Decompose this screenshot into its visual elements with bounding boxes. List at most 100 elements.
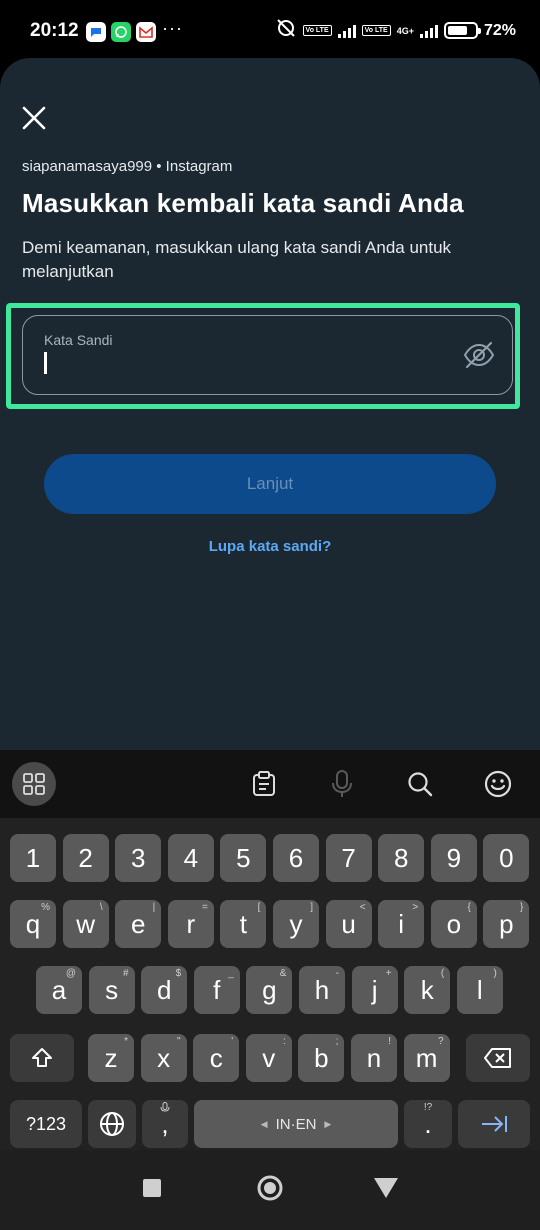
period-key[interactable]: . !? — [404, 1100, 452, 1148]
status-bar: 20:12 ··· Vo LTE Vo LTE 4G+ 72% — [0, 0, 540, 62]
key-3[interactable]: 3 — [115, 834, 162, 882]
space-key[interactable]: ◀ IN·EN ▶ — [194, 1100, 398, 1148]
key-4[interactable]: 4 — [167, 834, 214, 882]
forgot-password-link[interactable]: Lupa kata sandi? — [0, 538, 540, 555]
emoji-button[interactable] — [478, 764, 518, 804]
key-q[interactable]: q% — [10, 900, 56, 948]
key-i[interactable]: i > — [378, 900, 425, 948]
keyboard-toolbar — [0, 750, 540, 818]
home-button[interactable] — [250, 1168, 290, 1208]
key-h[interactable]: h- — [299, 966, 345, 1014]
key-u-label: u — [341, 908, 356, 939]
key-b[interactable]: b; — [298, 1034, 345, 1082]
emoji-icon — [484, 770, 512, 798]
whatsapp-icon — [111, 22, 131, 42]
key-f[interactable]: f _ — [193, 966, 240, 1014]
space-language: IN·EN — [275, 1115, 317, 1133]
key-k[interactable]: k( — [404, 966, 451, 1014]
key-t[interactable]: t[ — [220, 900, 267, 948]
key-t-label: t — [239, 908, 247, 939]
key-f-label: f — [213, 974, 221, 1005]
key-s-label: s — [105, 974, 119, 1005]
key-m[interactable]: m? — [403, 1034, 450, 1082]
triangle-back-icon — [374, 1178, 398, 1198]
mic-hint-icon — [160, 1102, 170, 1117]
keyboard: ?123 , ◀ IN·EN ▶ . !? 1 2 3 4 5 6 7 8 9 0 q% w \ e | r =… — [0, 750, 540, 1150]
password-input[interactable] — [43, 352, 423, 378]
key-6[interactable]: 6 — [273, 834, 319, 882]
battery-percent: 72% — [483, 21, 516, 39]
key-m-hint: ? — [438, 1036, 444, 1047]
key-g[interactable]: g & — [246, 966, 293, 1014]
key-w[interactable]: w \ — [62, 900, 109, 948]
next-button[interactable]: Lanjut — [44, 454, 496, 514]
key-o[interactable]: o{ — [430, 900, 477, 948]
key-z[interactable]: z * — [88, 1034, 134, 1082]
key-8-label: 8 — [393, 842, 409, 873]
key-x[interactable]: x " — [140, 1034, 187, 1082]
voice-input-button[interactable] — [322, 764, 362, 804]
battery-icon — [443, 22, 481, 39]
key-l[interactable]: l) — [456, 966, 503, 1014]
key-p-label: p — [499, 908, 514, 939]
backspace-key[interactable] — [466, 1034, 530, 1082]
key-7[interactable]: 7 — [325, 834, 372, 882]
key-a-hint: @ — [65, 968, 76, 979]
key-c-hint: ' — [231, 1036, 234, 1047]
key-z-label: z — [104, 1042, 118, 1073]
key-j[interactable]: j + — [351, 966, 398, 1014]
account-label: siapanamasaya999 • Instagram — [22, 158, 233, 175]
enter-key[interactable] — [458, 1100, 530, 1148]
square-icon — [143, 1179, 161, 1197]
password-field[interactable]: Kata Sandi — [22, 315, 513, 395]
right-arrow-icon: ▶ — [324, 1118, 332, 1129]
key-v[interactable]: v: — [245, 1034, 292, 1082]
key-8[interactable]: 8 — [378, 834, 425, 882]
clipboard-button[interactable] — [244, 764, 284, 804]
key-r[interactable]: r = — [167, 900, 214, 948]
left-arrow-icon: ◀ — [260, 1118, 268, 1129]
globe-icon — [100, 1112, 124, 1136]
key-0[interactable]: 0 — [483, 834, 530, 882]
key-h-label: h — [314, 974, 330, 1005]
recents-button[interactable] — [132, 1168, 172, 1208]
search-button[interactable] — [400, 764, 440, 804]
key-d[interactable]: d $ — [141, 966, 188, 1014]
key-p[interactable]: p} — [483, 900, 530, 948]
key-b-label: b — [314, 1042, 329, 1073]
key-x-hint: " — [177, 1036, 181, 1047]
page-title: Masukkan kembali kata sandi Anda — [22, 188, 464, 218]
key-5-label: 5 — [236, 842, 251, 873]
symbols-key[interactable]: ?123 — [10, 1100, 82, 1148]
reauth-sheet: siapanamasaya999 • Instagram Masukkan ke… — [0, 58, 540, 758]
key-d-label: d — [156, 974, 172, 1005]
key-c[interactable]: c ' — [193, 1034, 240, 1082]
more-notifications-icon: ··· — [162, 18, 183, 38]
key-s[interactable]: s # — [88, 966, 135, 1014]
network-type: 4G+ — [396, 25, 414, 36]
key-1[interactable]: 1 — [10, 834, 56, 882]
toggle-visibility-button[interactable] — [462, 340, 496, 370]
key-e[interactable]: e | — [115, 900, 162, 948]
close-button[interactable] — [16, 100, 52, 136]
shift-key[interactable] — [10, 1034, 74, 1082]
key-i-hint: > — [412, 902, 419, 913]
key-3-label: 3 — [130, 842, 146, 873]
key-9[interactable]: 9 — [430, 834, 477, 882]
comma-key[interactable]: , — [142, 1100, 188, 1148]
key-n[interactable]: n! — [351, 1034, 397, 1082]
key-l-label: l — [476, 974, 483, 1005]
key-5[interactable]: 5 — [220, 834, 267, 882]
key-p-hint: } — [520, 902, 524, 913]
back-button[interactable] — [366, 1168, 406, 1208]
key-u[interactable]: u < — [325, 900, 372, 948]
language-key[interactable] — [88, 1100, 136, 1148]
text-caret — [44, 352, 47, 374]
keyboard-apps-button[interactable] — [12, 762, 56, 806]
key-r-label: r — [186, 908, 196, 939]
key-y[interactable]: y] — [273, 900, 319, 948]
key-a[interactable]: a @ — [36, 966, 82, 1014]
key-2[interactable]: 2 — [62, 834, 109, 882]
key-g-label: g — [262, 974, 277, 1005]
key-m-label: m — [415, 1042, 438, 1073]
